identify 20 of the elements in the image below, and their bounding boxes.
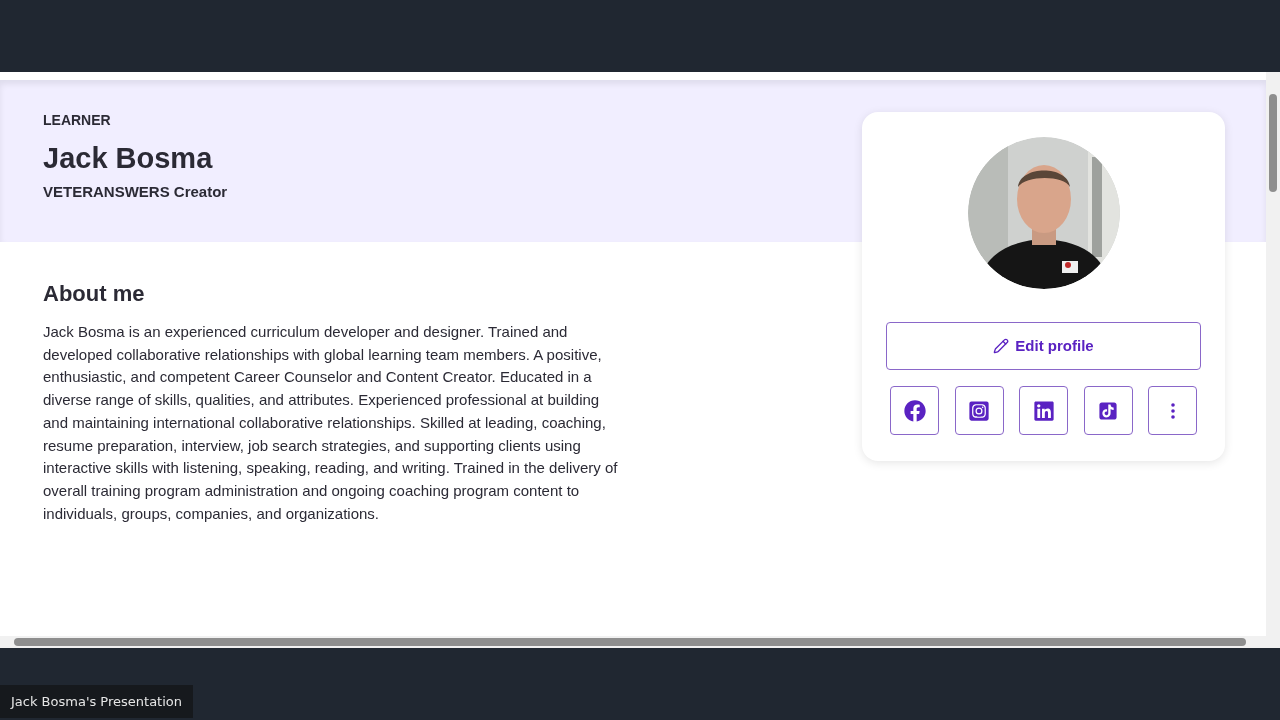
facebook-button[interactable] bbox=[890, 386, 939, 435]
instagram-icon bbox=[968, 399, 990, 422]
role-label: LEARNER bbox=[43, 112, 112, 129]
instagram-button[interactable] bbox=[954, 386, 1004, 435]
profile-name: Jack Bosma bbox=[43, 141, 214, 175]
pencil-icon bbox=[993, 338, 1010, 354]
linkedin-icon bbox=[1032, 399, 1055, 422]
presentation-caption: Jack Bosma's Presentation bbox=[0, 684, 193, 718]
about-paragraph: Jack Bosma is an experienced curriculum developer and designer. Trained and developed collaborative relationships with global learning team members. A positive, enthusiastic, and competent Career Counselor and Content Creator. Educated in a diverse range of skills, qualities, and attributes. Experienced professional at building and maintaining international collaborative relationships. Skilled at leading, coaching, resume preparation, interview, job search strategies, and supporting clients using interactive skills with listening, speaking, reading, and writing. Trained in the delivery of overall training program administration and ongoing coaching program content to individuals, groups, companies, and organizations. bbox=[43, 322, 619, 524]
vertical-scrollbar[interactable] bbox=[1266, 72, 1280, 636]
more-button[interactable] bbox=[1148, 386, 1197, 435]
horizontal-scrollbar[interactable] bbox=[0, 636, 1280, 648]
profile-headline: VETERANSWERS Creator bbox=[43, 183, 229, 201]
facebook-icon bbox=[903, 399, 926, 422]
section-heading: About me bbox=[43, 281, 146, 307]
tiktok-button[interactable] bbox=[1083, 386, 1133, 435]
edit-profile-button[interactable]: Edit profile bbox=[886, 322, 1201, 370]
tiktok-icon bbox=[1097, 399, 1119, 422]
more-icon bbox=[1170, 402, 1175, 419]
linkedin-button[interactable] bbox=[1019, 386, 1068, 435]
